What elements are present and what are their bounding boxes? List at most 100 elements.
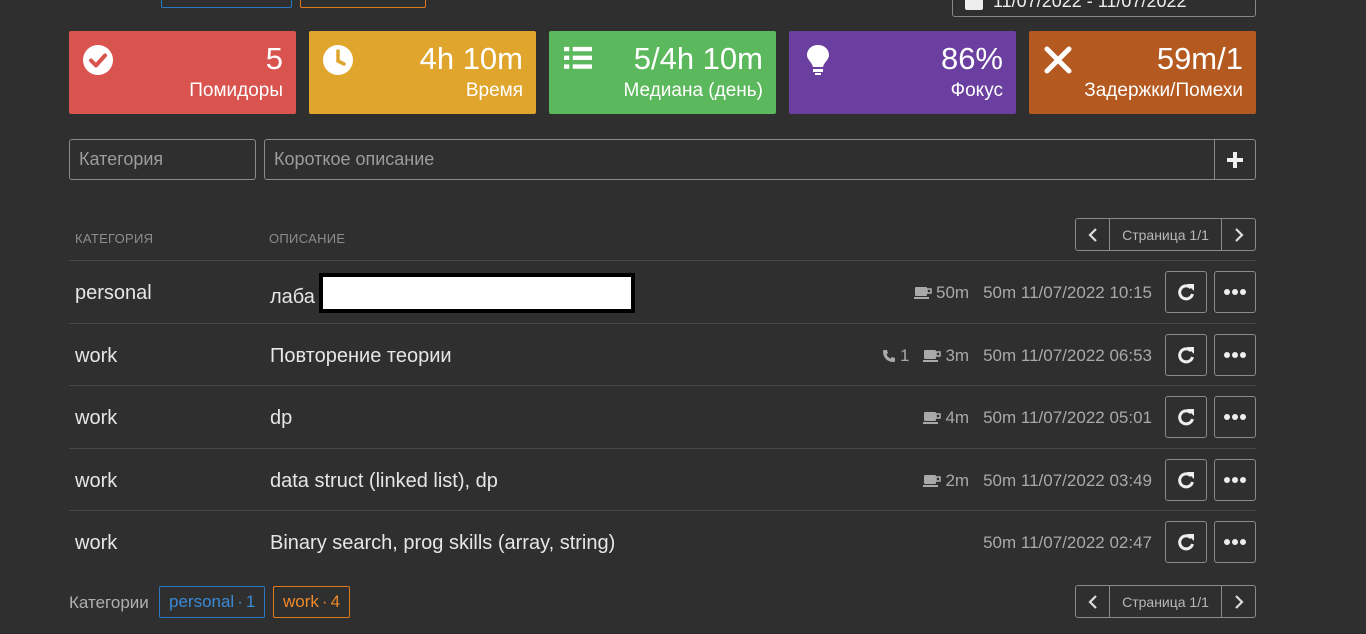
stat-card-interruptions: 59m/1 Задержки/Помехи [1029, 31, 1256, 114]
row-meta: 50m 11/07/2022 02:47 [983, 533, 1152, 553]
stat-card-focus: 86% Фокус [789, 31, 1016, 114]
stats-cards: 5 Помидоры 4h 10m Время 5/4h 10m Медиана… [69, 31, 1256, 114]
row-category: work [75, 470, 118, 492]
date-range-text: 11/07/2022 - 11/07/2022 [993, 0, 1187, 11]
row-meta: 1 3m 50m 11/07/2022 06:53 [882, 346, 1152, 366]
lightbulb-icon [807, 45, 829, 75]
stat-label: Задержки/Помехи [1084, 80, 1243, 101]
row-duration-time: 50m 11/07/2022 05:01 [983, 408, 1152, 427]
stat-card-time: 4h 10m Время [309, 31, 536, 114]
coffee-icon [923, 411, 942, 424]
ellipsis-icon [1224, 477, 1246, 483]
ellipsis-icon [1224, 414, 1246, 420]
stat-label: Медиана (день) [623, 80, 764, 101]
coffee-icon [923, 349, 942, 362]
next-page-button[interactable] [1221, 586, 1255, 617]
row-description: Повторение теории [270, 345, 452, 367]
restart-button[interactable] [1165, 334, 1207, 376]
top-filter-tag-work[interactable] [300, 0, 426, 8]
page-indicator: Страница 1/1 [1122, 226, 1209, 243]
row-category: work [75, 345, 118, 367]
stat-label: Фокус [950, 80, 1003, 101]
break-time: 3m [923, 346, 969, 366]
chevron-right-icon [1234, 594, 1244, 609]
redo-icon [1178, 534, 1194, 551]
break-time: 50m [914, 283, 969, 303]
row-duration-time: 50m 11/07/2022 02:47 [983, 533, 1152, 552]
coffee-icon [923, 474, 942, 487]
redo-icon [1178, 284, 1194, 301]
stat-card-pomodoros: 5 Помидоры [69, 31, 296, 114]
clock-icon [323, 45, 353, 75]
row-category: work [75, 407, 118, 429]
category-tag-personal[interactable]: personal · 1 [159, 586, 266, 618]
stat-label: Помидоры [189, 80, 283, 101]
categories-label: Категории [69, 593, 149, 612]
calendar-icon [965, 0, 983, 10]
column-header-description[interactable]: ОПИСАНИЕ [269, 231, 345, 246]
more-options-button[interactable] [1214, 334, 1256, 376]
ellipsis-icon [1224, 289, 1246, 295]
prev-page-button[interactable] [1076, 219, 1110, 250]
redo-icon [1178, 472, 1194, 489]
next-page-button[interactable] [1221, 219, 1255, 250]
redo-icon [1178, 409, 1194, 426]
chevron-right-icon [1234, 227, 1244, 242]
restart-button[interactable] [1165, 521, 1207, 563]
table-row: work Повторение теории 1 3m 50m 11/07/20… [69, 323, 1256, 385]
row-description: лаба [270, 273, 635, 313]
date-range-picker[interactable]: 11/07/2022 - 11/07/2022 [952, 0, 1256, 17]
row-duration-time: 50m 11/07/2022 06:53 [983, 346, 1152, 365]
row-category: work [75, 532, 118, 554]
plus-icon [1227, 151, 1243, 168]
column-header-category[interactable]: КАТЕГОРИЯ [75, 231, 153, 246]
more-options-button[interactable] [1214, 521, 1256, 563]
close-icon [1044, 46, 1072, 74]
table-row: work dp 4m 50m 11/07/2022 05:01 [69, 385, 1256, 447]
redo-icon [1178, 347, 1194, 364]
top-filter-tag-personal[interactable] [161, 0, 292, 8]
check-circle-icon [83, 45, 113, 75]
row-description: Binary search, prog skills (array, strin… [270, 532, 616, 554]
stat-value: 86% [940, 41, 1003, 76]
row-meta: 4m 50m 11/07/2022 05:01 [923, 408, 1152, 428]
more-options-button[interactable] [1214, 396, 1256, 438]
row-meta: 2m 50m 11/07/2022 03:49 [923, 471, 1152, 491]
coffee-icon [914, 286, 932, 299]
more-options-button[interactable] [1214, 459, 1256, 501]
break-time: 4m [923, 408, 969, 428]
stat-card-median: 5/4h 10m Медиана (день) [549, 31, 776, 114]
restart-button[interactable] [1165, 396, 1207, 438]
page-indicator: Страница 1/1 [1122, 593, 1209, 610]
pager-bottom: Страница 1/1 [1075, 585, 1256, 618]
row-duration-time: 50m 11/07/2022 03:49 [983, 471, 1152, 490]
ellipsis-icon [1224, 352, 1246, 358]
row-category: personal [75, 282, 152, 304]
stat-value: 4h 10m [419, 41, 523, 76]
description-input[interactable] [264, 139, 1215, 180]
stat-value: 59m/1 [1156, 41, 1243, 76]
pager-top: Страница 1/1 [1075, 218, 1256, 251]
add-button[interactable] [1214, 139, 1256, 180]
stat-value: 5 [265, 41, 283, 76]
prev-page-button[interactable] [1076, 586, 1110, 617]
chevron-left-icon [1087, 227, 1097, 242]
calls-count: 1 [882, 346, 909, 366]
break-time: 2m [923, 471, 969, 491]
chevron-left-icon [1087, 594, 1097, 609]
redacted-block [318, 273, 635, 313]
table-row: work data struct (linked list), dp 2m 50… [69, 448, 1256, 510]
row-duration-time: 50m 11/07/2022 10:15 [983, 283, 1152, 302]
restart-button[interactable] [1165, 271, 1207, 313]
ellipsis-icon [1224, 539, 1246, 545]
list-icon [564, 46, 592, 69]
table-row: work Binary search, prog skills (array, … [69, 510, 1256, 572]
stat-label: Время [465, 80, 523, 101]
row-description: dp [270, 407, 293, 429]
restart-button[interactable] [1165, 459, 1207, 501]
row-meta: 50m 50m 11/07/2022 10:15 [914, 283, 1152, 303]
category-tag-work[interactable]: work · 4 [273, 586, 351, 618]
category-input[interactable] [69, 139, 256, 180]
row-description: data struct (linked list), dp [270, 470, 498, 492]
more-options-button[interactable] [1214, 271, 1256, 313]
